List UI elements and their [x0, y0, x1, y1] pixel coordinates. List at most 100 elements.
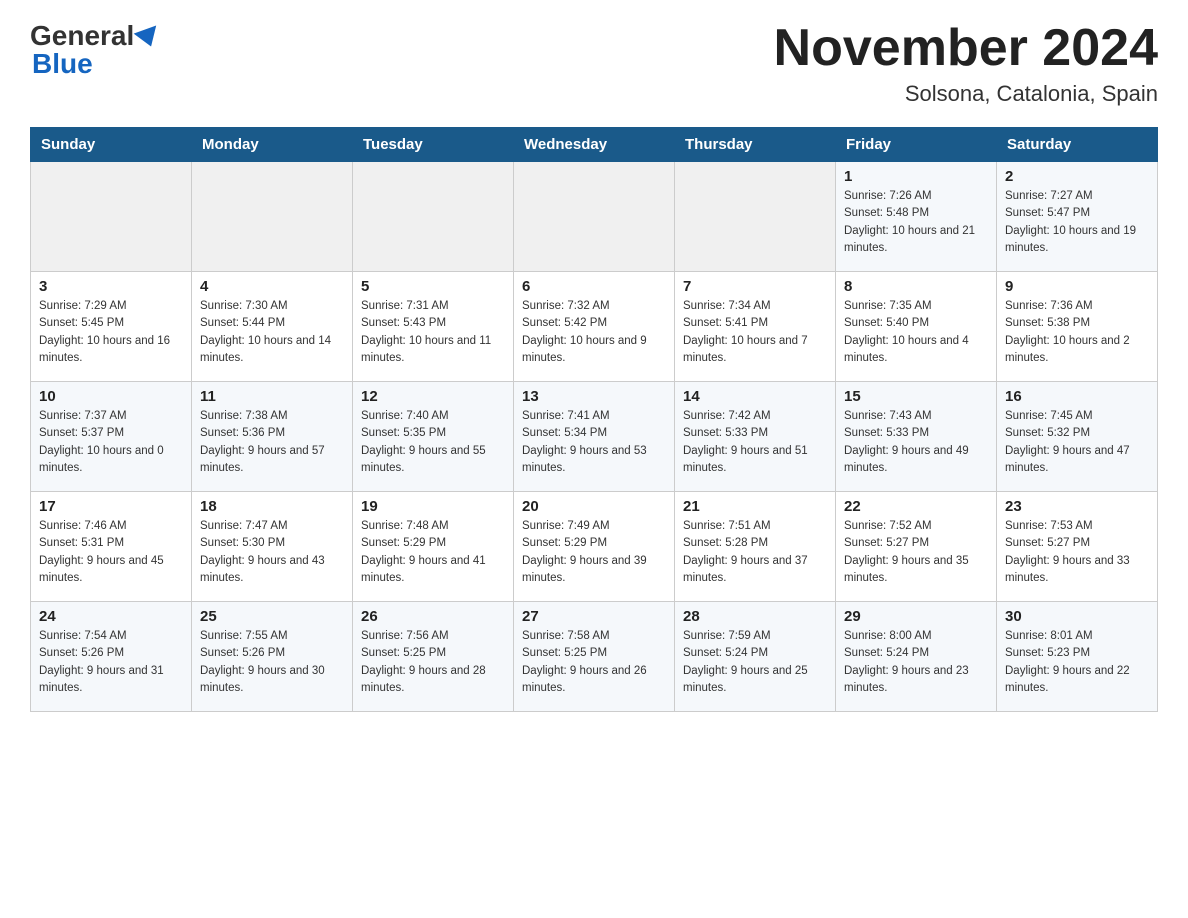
calendar-cell: 23Sunrise: 7:53 AMSunset: 5:27 PMDayligh… — [997, 492, 1158, 602]
day-info: Sunrise: 7:47 AMSunset: 5:30 PMDaylight:… — [200, 518, 344, 587]
calendar-cell: 7 Sunrise: 7:34 AMSunset: 5:41 PMDaylight… — [675, 272, 836, 382]
day-number: 15 — [844, 388, 988, 405]
day-info: Sunrise: 8:01 AMSunset: 5:23 PMDaylight:… — [1005, 628, 1149, 697]
weekday-header-friday: Friday — [836, 128, 997, 162]
calendar-cell: 10 Sunrise: 7:37 AMSunset: 5:37 PMDayligh… — [31, 382, 192, 492]
calendar-week-row: 1Sunrise: 7:26 AMSunset: 5:48 PMDaylight… — [31, 162, 1158, 272]
day-info: Sunrise: 7:49 AMSunset: 5:29 PMDaylight:… — [522, 518, 666, 587]
day-info: Sunrise: 7:31 AMSunset: 5:43 PMDaylight:… — [361, 298, 505, 367]
day-info: Sunrise: 7:37 AMSunset: 5:37 PMDaylight:… — [39, 408, 183, 477]
day-number: 21 — [683, 498, 827, 515]
day-info: Sunrise: 7:45 AMSunset: 5:32 PMDaylight:… — [1005, 408, 1149, 477]
day-number: 18 — [200, 498, 344, 515]
calendar-cell: 11 Sunrise: 7:38 AMSunset: 5:36 PMDayligh… — [192, 382, 353, 492]
day-info: Sunrise: 7:43 AMSunset: 5:33 PMDaylight:… — [844, 408, 988, 477]
weekday-header-tuesday: Tuesday — [353, 128, 514, 162]
day-number: 30 — [1005, 608, 1149, 625]
day-info: Sunrise: 7:48 AMSunset: 5:29 PMDaylight:… — [361, 518, 505, 587]
day-info: Sunrise: 7:36 AMSunset: 5:38 PMDaylight:… — [1005, 298, 1149, 367]
weekday-header-sunday: Sunday — [31, 128, 192, 162]
day-number: 12 — [361, 388, 505, 405]
calendar-week-row: 10 Sunrise: 7:37 AMSunset: 5:37 PMDayligh… — [31, 382, 1158, 492]
day-number: 3 — [39, 278, 183, 295]
day-info: Sunrise: 7:55 AMSunset: 5:26 PMDaylight:… — [200, 628, 344, 697]
weekday-header-thursday: Thursday — [675, 128, 836, 162]
calendar-cell — [514, 162, 675, 272]
day-info: Sunrise: 7:40 AMSunset: 5:35 PMDaylight:… — [361, 408, 505, 477]
calendar-cell: 21 Sunrise: 7:51 AMSunset: 5:28 PMDayligh… — [675, 492, 836, 602]
calendar-cell: 27Sunrise: 7:58 AMSunset: 5:25 PMDayligh… — [514, 602, 675, 712]
day-number: 24 — [39, 608, 183, 625]
logo-triangle-icon — [134, 25, 163, 50]
calendar-cell: 25 Sunrise: 7:55 AMSunset: 5:26 PMDayligh… — [192, 602, 353, 712]
calendar-cell: 8 Sunrise: 7:35 AMSunset: 5:40 PMDaylight… — [836, 272, 997, 382]
page-title: November 2024 — [774, 20, 1158, 77]
calendar-cell: 20 Sunrise: 7:49 AMSunset: 5:29 PMDayligh… — [514, 492, 675, 602]
calendar-header: SundayMondayTuesdayWednesdayThursdayFrid… — [31, 128, 1158, 162]
day-info: Sunrise: 7:30 AMSunset: 5:44 PMDaylight:… — [200, 298, 344, 367]
day-number: 25 — [200, 608, 344, 625]
day-number: 11 — [200, 388, 344, 405]
calendar-table: SundayMondayTuesdayWednesdayThursdayFrid… — [30, 127, 1158, 712]
day-number: 17 — [39, 498, 183, 515]
day-info: Sunrise: 7:42 AMSunset: 5:33 PMDaylight:… — [683, 408, 827, 477]
day-info: Sunrise: 8:00 AMSunset: 5:24 PMDaylight:… — [844, 628, 988, 697]
day-info: Sunrise: 7:38 AMSunset: 5:36 PMDaylight:… — [200, 408, 344, 477]
page-header: General Blue November 2024 Solsona, Cata… — [30, 20, 1158, 107]
day-number: 10 — [39, 388, 183, 405]
page-subtitle: Solsona, Catalonia, Spain — [774, 81, 1158, 107]
day-number: 28 — [683, 608, 827, 625]
calendar-cell: 13 Sunrise: 7:41 AMSunset: 5:34 PMDayligh… — [514, 382, 675, 492]
calendar-cell: 2 Sunrise: 7:27 AMSunset: 5:47 PMDaylight… — [997, 162, 1158, 272]
day-info: Sunrise: 7:27 AMSunset: 5:47 PMDaylight:… — [1005, 188, 1149, 257]
day-number: 7 — [683, 278, 827, 295]
day-number: 22 — [844, 498, 988, 515]
day-number: 6 — [522, 278, 666, 295]
day-number: 4 — [200, 278, 344, 295]
calendar-week-row: 24 Sunrise: 7:54 AMSunset: 5:26 PMDayligh… — [31, 602, 1158, 712]
calendar-week-row: 3Sunrise: 7:29 AMSunset: 5:45 PMDaylight… — [31, 272, 1158, 382]
calendar-body: 1Sunrise: 7:26 AMSunset: 5:48 PMDaylight… — [31, 162, 1158, 712]
day-info: Sunrise: 7:32 AMSunset: 5:42 PMDaylight:… — [522, 298, 666, 367]
day-number: 13 — [522, 388, 666, 405]
day-number: 19 — [361, 498, 505, 515]
day-info: Sunrise: 7:34 AMSunset: 5:41 PMDaylight:… — [683, 298, 827, 367]
calendar-cell: 9 Sunrise: 7:36 AMSunset: 5:38 PMDaylight… — [997, 272, 1158, 382]
calendar-cell: 4 Sunrise: 7:30 AMSunset: 5:44 PMDaylight… — [192, 272, 353, 382]
day-number: 14 — [683, 388, 827, 405]
weekday-header-monday: Monday — [192, 128, 353, 162]
day-info: Sunrise: 7:59 AMSunset: 5:24 PMDaylight:… — [683, 628, 827, 697]
calendar-cell — [353, 162, 514, 272]
logo-blue-text: Blue — [32, 48, 93, 80]
day-info: Sunrise: 7:54 AMSunset: 5:26 PMDaylight:… — [39, 628, 183, 697]
calendar-cell: 28 Sunrise: 7:59 AMSunset: 5:24 PMDayligh… — [675, 602, 836, 712]
calendar-cell: 12 Sunrise: 7:40 AMSunset: 5:35 PMDayligh… — [353, 382, 514, 492]
weekday-header-saturday: Saturday — [997, 128, 1158, 162]
calendar-cell: 30 Sunrise: 8:01 AMSunset: 5:23 PMDayligh… — [997, 602, 1158, 712]
calendar-cell — [192, 162, 353, 272]
calendar-cell: 16Sunrise: 7:45 AMSunset: 5:32 PMDayligh… — [997, 382, 1158, 492]
logo: General Blue — [30, 20, 160, 80]
day-info: Sunrise: 7:56 AMSunset: 5:25 PMDaylight:… — [361, 628, 505, 697]
day-info: Sunrise: 7:35 AMSunset: 5:40 PMDaylight:… — [844, 298, 988, 367]
day-info: Sunrise: 7:46 AMSunset: 5:31 PMDaylight:… — [39, 518, 183, 587]
calendar-week-row: 17 Sunrise: 7:46 AMSunset: 5:31 PMDayligh… — [31, 492, 1158, 602]
weekday-header-wednesday: Wednesday — [514, 128, 675, 162]
day-number: 9 — [1005, 278, 1149, 295]
day-number: 20 — [522, 498, 666, 515]
calendar-cell: 15 Sunrise: 7:43 AMSunset: 5:33 PMDayligh… — [836, 382, 997, 492]
calendar-cell: 24 Sunrise: 7:54 AMSunset: 5:26 PMDayligh… — [31, 602, 192, 712]
day-info: Sunrise: 7:41 AMSunset: 5:34 PMDaylight:… — [522, 408, 666, 477]
calendar-cell: 29Sunrise: 8:00 AMSunset: 5:24 PMDayligh… — [836, 602, 997, 712]
calendar-cell: 26Sunrise: 7:56 AMSunset: 5:25 PMDayligh… — [353, 602, 514, 712]
calendar-cell — [675, 162, 836, 272]
day-number: 27 — [522, 608, 666, 625]
day-info: Sunrise: 7:51 AMSunset: 5:28 PMDaylight:… — [683, 518, 827, 587]
calendar-cell: 18 Sunrise: 7:47 AMSunset: 5:30 PMDayligh… — [192, 492, 353, 602]
day-number: 2 — [1005, 168, 1149, 185]
day-number: 5 — [361, 278, 505, 295]
calendar-cell: 5 Sunrise: 7:31 AMSunset: 5:43 PMDaylight… — [353, 272, 514, 382]
day-number: 8 — [844, 278, 988, 295]
calendar-cell: 14 Sunrise: 7:42 AMSunset: 5:33 PMDayligh… — [675, 382, 836, 492]
day-info: Sunrise: 7:26 AMSunset: 5:48 PMDaylight:… — [844, 188, 988, 257]
